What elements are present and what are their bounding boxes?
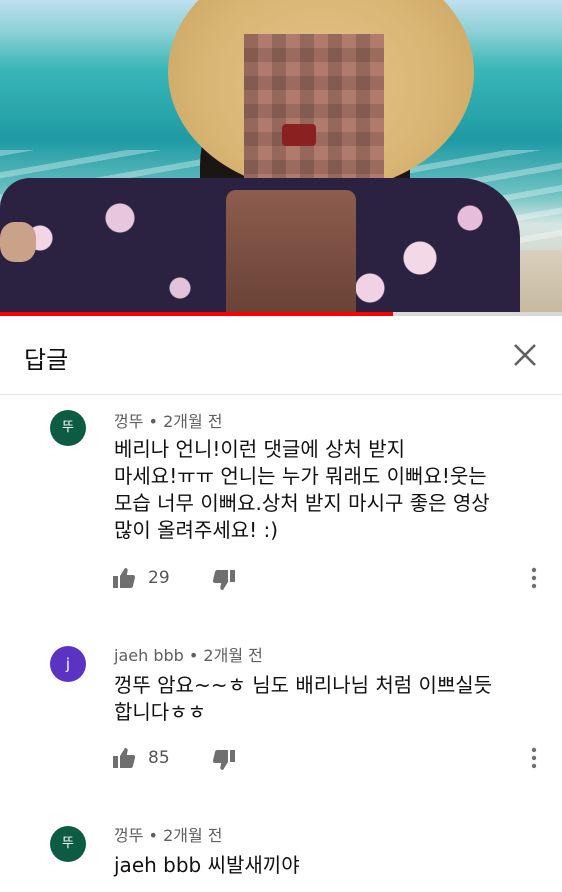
comment-line: 모습 너무 이뻐요.상처 받지 마시구 좋은 영상 xyxy=(114,491,490,515)
comment-meta: 껑뚜 • 2개월 전 xyxy=(114,408,223,432)
comment-line: 마세요!ㅠㅠ 언니는 누가 뭐래도 이뻐요!웃는 xyxy=(114,464,487,488)
thumbs-down-icon[interactable] xyxy=(212,568,236,592)
video-neck xyxy=(226,190,356,312)
comment-author[interactable]: 껑뚜 xyxy=(114,412,143,431)
video-player[interactable] xyxy=(0,0,562,312)
comment-actions: 29 xyxy=(112,564,552,594)
like-count: 29 xyxy=(148,568,170,588)
replies-header: 답글 xyxy=(0,316,562,395)
comment-meta: jaeh bbb • 2개월 전 xyxy=(114,642,263,666)
meta-separator: • xyxy=(148,412,164,431)
close-icon[interactable] xyxy=(506,336,544,374)
comment-line: 많이 올려주세요! :) xyxy=(114,518,279,542)
comment-author[interactable]: jaeh bbb xyxy=(114,646,184,665)
comment-line: 베리나 언니!이런 댓글에 상처 받지 xyxy=(114,437,406,461)
comment-meta: 껑뚜 • 2개월 전 xyxy=(114,822,223,846)
comment-text: 베리나 언니!이런 댓글에 상처 받지 마세요!ㅠㅠ 언니는 누가 뭐래도 이뻐… xyxy=(114,436,544,544)
comment-text: 껑뚜 암요~~ㅎ 님도 배리나님 처럼 이쁘실듯 합니다ㅎㅎ xyxy=(114,672,544,726)
video-hand xyxy=(0,222,36,262)
comment-time: 2개월 전 xyxy=(203,646,263,665)
video-mouth xyxy=(282,124,316,146)
comment-line: jaeh bbb 씨발새끼야 xyxy=(114,853,300,877)
meta-separator: • xyxy=(188,646,204,665)
comment-time: 2개월 전 xyxy=(163,412,223,431)
comment-author[interactable]: 껑뚜 xyxy=(114,826,143,845)
avatar[interactable]: j xyxy=(50,646,86,682)
like-count: 85 xyxy=(148,748,170,768)
comment-text: jaeh bbb 씨발새끼야 xyxy=(114,852,544,879)
replies-title: 답글 xyxy=(24,346,69,374)
thumbs-down-icon[interactable] xyxy=(212,748,236,772)
meta-separator: • xyxy=(148,826,164,845)
thumbs-up-icon[interactable] xyxy=(112,566,136,590)
comment-line: 합니다ㅎㅎ xyxy=(114,700,206,724)
comment-line: 껑뚜 암요~~ㅎ 님도 배리나님 처럼 이쁘실듯 xyxy=(114,673,493,697)
pixelated-face xyxy=(244,34,384,184)
avatar[interactable]: 뚜 xyxy=(50,410,86,446)
comment-time: 2개월 전 xyxy=(163,826,223,845)
more-vertical-icon[interactable] xyxy=(526,746,542,770)
avatar[interactable]: 뚜 xyxy=(50,826,86,862)
comment-actions: 85 xyxy=(112,744,552,774)
more-vertical-icon[interactable] xyxy=(526,566,542,590)
thumbs-up-icon[interactable] xyxy=(112,746,136,770)
